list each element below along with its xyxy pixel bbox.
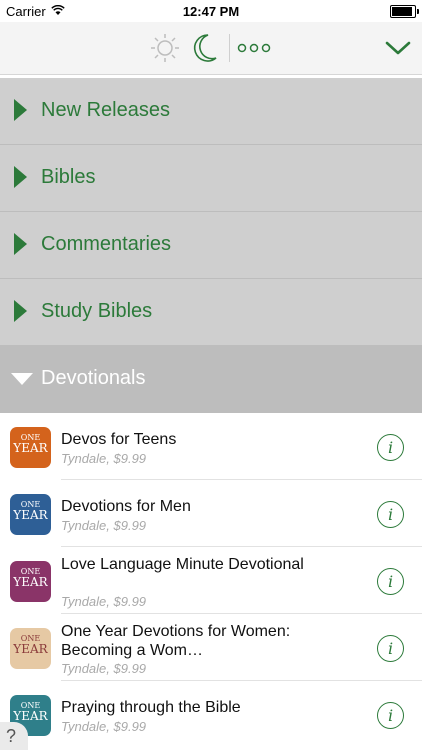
disclosure-right-icon — [14, 233, 27, 255]
category-new-releases[interactable]: New Releases — [0, 78, 422, 145]
help-label: ? — [6, 726, 17, 746]
category-devotionals[interactable]: Devotionals — [0, 346, 422, 413]
sun-icon[interactable] — [148, 22, 182, 74]
list-item[interactable]: ONE YEAR Love Language Minute Devotional… — [0, 547, 422, 614]
disclosure-down-icon — [11, 373, 33, 385]
disclosure-right-icon — [14, 99, 27, 121]
moon-icon[interactable] — [188, 22, 222, 74]
toolbar-divider — [229, 34, 230, 62]
book-publisher-price: Tyndale, $9.99 — [61, 451, 147, 466]
category-label: Study Bibles — [41, 300, 153, 322]
category-bibles[interactable]: Bibles — [0, 145, 422, 212]
list-item[interactable]: ONE YEAR Devotions for Men Tyndale, $9.9… — [0, 480, 422, 547]
book-publisher-price: Tyndale, $9.99 — [61, 518, 147, 533]
info-icon[interactable]: i — [377, 635, 404, 662]
book-title: Love Language Minute Devotional — [61, 556, 304, 573]
info-icon[interactable]: i — [377, 568, 404, 595]
list-item[interactable]: ONE YEAR Devos for Teens Tyndale, $9.99 … — [0, 413, 422, 480]
disclosure-right-icon — [14, 300, 27, 322]
info-icon[interactable]: i — [377, 702, 404, 729]
book-cover-image: ONE YEAR — [10, 561, 51, 602]
info-icon[interactable]: i — [377, 501, 404, 528]
book-title: Praying through the Bible — [61, 699, 241, 716]
category-study-bibles[interactable]: Study Bibles — [0, 279, 422, 346]
reader-toolbar — [0, 22, 422, 75]
book-title: Devos for Teens — [61, 431, 177, 448]
category-label: Devotionals — [41, 367, 146, 389]
chevron-down-icon[interactable] — [382, 22, 414, 74]
book-cover-image: ONE YEAR — [10, 494, 51, 535]
category-label: Commentaries — [41, 233, 172, 255]
clock: 12:47 PM — [182, 4, 240, 19]
battery-icon — [390, 5, 419, 18]
list-item[interactable]: ONE YEAR Praying through the Bible Tynda… — [0, 681, 422, 748]
disclosure-right-icon — [14, 166, 27, 188]
book-cover-image: ONE YEAR — [10, 628, 51, 669]
info-icon[interactable]: i — [377, 434, 404, 461]
book-title: One Year Devotions for Women: Becoming a… — [61, 623, 291, 659]
status-bar: Carrier 12:47 PM — [0, 0, 422, 22]
book-publisher-price: Tyndale, $9.99 — [61, 719, 147, 734]
book-title: Devotions for Men — [61, 498, 191, 515]
category-label: New Releases — [41, 99, 170, 121]
book-cover-image: ONE YEAR — [10, 427, 51, 468]
book-publisher-price: Tyndale, $9.99 — [61, 661, 147, 676]
book-publisher-price: Tyndale, $9.99 — [61, 594, 147, 609]
category-commentaries[interactable]: Commentaries — [0, 212, 422, 279]
category-label: Bibles — [41, 166, 96, 188]
list-item[interactable]: ONE YEAR One Year Devotions for Women: B… — [0, 614, 422, 681]
help-button[interactable]: ? — [0, 722, 28, 750]
more-icon[interactable] — [236, 22, 272, 74]
